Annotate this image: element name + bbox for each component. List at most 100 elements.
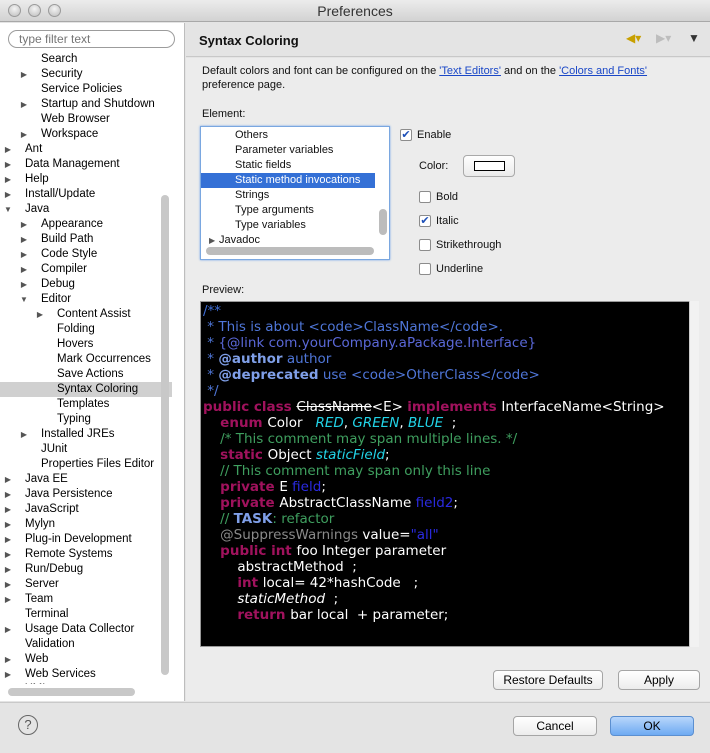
tree-item[interactable]: ▶ Workspace bbox=[0, 127, 172, 142]
tree-horizontal-scrollbar[interactable] bbox=[8, 688, 135, 696]
tree-item[interactable]: ▶ Run/Debug bbox=[0, 562, 172, 577]
enable-checkbox[interactable]: ✔ bbox=[400, 129, 412, 141]
expanded-arrow-icon[interactable]: ▼ bbox=[19, 292, 29, 307]
tree-item[interactable]: ▶ XML bbox=[0, 682, 172, 684]
collapsed-arrow-icon[interactable]: ▶ bbox=[19, 67, 29, 82]
tree-item[interactable]: ▶ Install/Update bbox=[0, 187, 172, 202]
collapsed-arrow-icon[interactable]: ▶ bbox=[19, 262, 29, 277]
tree-item[interactable]: ▶ Content Assist bbox=[0, 307, 172, 322]
tree-vertical-scrollbar[interactable] bbox=[161, 195, 169, 675]
collapsed-arrow-icon[interactable]: ▶ bbox=[3, 622, 13, 637]
tree-item[interactable]: Mark Occurrences bbox=[0, 352, 172, 367]
tree-item[interactable]: ▶ Installed JREs bbox=[0, 427, 172, 442]
collapsed-arrow-icon[interactable]: ▶ bbox=[3, 187, 13, 202]
expanded-arrow-icon[interactable]: ▼ bbox=[3, 202, 13, 217]
element-list-item[interactable]: Strings bbox=[201, 188, 375, 203]
back-arrow-icon[interactable]: ◀▾ bbox=[626, 31, 641, 45]
collapsed-arrow-icon[interactable]: ▶ bbox=[3, 157, 13, 172]
element-list-item[interactable]: Static fields bbox=[201, 158, 375, 173]
tree-item[interactable]: ▶ Plug-in Development bbox=[0, 532, 172, 547]
tree-item[interactable]: Syntax Coloring bbox=[0, 382, 172, 397]
collapsed-arrow-icon[interactable]: ▶ bbox=[3, 472, 13, 487]
preview-scrollbar[interactable] bbox=[689, 301, 699, 647]
collapsed-arrow-icon[interactable]: ▶ bbox=[209, 233, 215, 248]
underline-checkbox[interactable] bbox=[419, 263, 431, 275]
tree-item[interactable]: JUnit bbox=[0, 442, 172, 457]
tree-item[interactable]: ▶ Team bbox=[0, 592, 172, 607]
collapsed-arrow-icon[interactable]: ▶ bbox=[19, 277, 29, 292]
element-list-item[interactable]: Type variables bbox=[201, 218, 375, 233]
view-menu-icon[interactable]: ▼ bbox=[688, 31, 700, 45]
collapsed-arrow-icon[interactable]: ▶ bbox=[3, 502, 13, 517]
tree-item[interactable]: ▶ Java Persistence bbox=[0, 487, 172, 502]
tree-item[interactable]: Web Browser bbox=[0, 112, 172, 127]
collapsed-arrow-icon[interactable]: ▶ bbox=[19, 232, 29, 247]
color-picker-button[interactable] bbox=[463, 155, 515, 177]
tree-item[interactable]: ▶ Build Path bbox=[0, 232, 172, 247]
ok-button[interactable]: OK bbox=[610, 716, 694, 736]
tree-item[interactable]: ▶ Usage Data Collector bbox=[0, 622, 172, 637]
forward-arrow-icon[interactable]: ▶▾ bbox=[656, 31, 671, 45]
tree-item[interactable]: ▶ Appearance bbox=[0, 217, 172, 232]
element-list-item[interactable]: ▶ Javadoc bbox=[201, 233, 375, 248]
collapsed-arrow-icon[interactable]: ▶ bbox=[3, 652, 13, 667]
tree-item[interactable]: Save Actions bbox=[0, 367, 172, 382]
tree-item[interactable]: Typing bbox=[0, 412, 172, 427]
tree-item[interactable]: ▶ Remote Systems bbox=[0, 547, 172, 562]
tree-item[interactable]: ▶ Server bbox=[0, 577, 172, 592]
tree-item[interactable]: Terminal bbox=[0, 607, 172, 622]
tree-item[interactable]: ▶ JavaScript bbox=[0, 502, 172, 517]
collapsed-arrow-icon[interactable]: ▶ bbox=[19, 97, 29, 112]
tree-item[interactable]: ▶ Compiler bbox=[0, 262, 172, 277]
collapsed-arrow-icon[interactable]: ▶ bbox=[3, 517, 13, 532]
collapsed-arrow-icon[interactable]: ▶ bbox=[19, 217, 29, 232]
tree-item[interactable]: ▶ Help bbox=[0, 172, 172, 187]
tree-item[interactable]: Folding bbox=[0, 322, 172, 337]
collapsed-arrow-icon[interactable]: ▶ bbox=[3, 532, 13, 547]
bold-checkbox[interactable] bbox=[419, 191, 431, 203]
collapsed-arrow-icon[interactable]: ▶ bbox=[3, 562, 13, 577]
collapsed-arrow-icon[interactable]: ▶ bbox=[3, 172, 13, 187]
tree-item[interactable]: ▶ Data Management bbox=[0, 157, 172, 172]
tree-item[interactable]: ▶ Security bbox=[0, 67, 172, 82]
element-list-item[interactable]: Parameter variables bbox=[201, 143, 375, 158]
collapsed-arrow-icon[interactable]: ▶ bbox=[3, 682, 13, 684]
collapsed-arrow-icon[interactable]: ▶ bbox=[3, 667, 13, 682]
tree-item[interactable]: ▶ Mylyn bbox=[0, 517, 172, 532]
tree-item[interactable]: Templates bbox=[0, 397, 172, 412]
collapsed-arrow-icon[interactable]: ▶ bbox=[3, 592, 13, 607]
element-list-vertical-scrollbar[interactable] bbox=[379, 209, 387, 235]
tree-item[interactable]: ▼ Editor bbox=[0, 292, 172, 307]
tree-item[interactable]: Search bbox=[0, 52, 172, 67]
tree-item[interactable]: ▶ Web bbox=[0, 652, 172, 667]
element-list-horizontal-scrollbar[interactable] bbox=[206, 247, 374, 255]
tree-item[interactable]: Properties Files Editor bbox=[0, 457, 172, 472]
tree-item[interactable]: Hovers bbox=[0, 337, 172, 352]
element-list-item[interactable]: Others bbox=[201, 128, 375, 143]
collapsed-arrow-icon[interactable]: ▶ bbox=[3, 577, 13, 592]
cancel-button[interactable]: Cancel bbox=[513, 716, 597, 736]
help-icon[interactable]: ? bbox=[18, 715, 38, 735]
collapsed-arrow-icon[interactable]: ▶ bbox=[3, 547, 13, 562]
collapsed-arrow-icon[interactable]: ▶ bbox=[19, 247, 29, 262]
collapsed-arrow-icon[interactable]: ▶ bbox=[3, 487, 13, 502]
tree-item[interactable]: ▶ Debug bbox=[0, 277, 172, 292]
filter-input[interactable] bbox=[8, 30, 175, 48]
tree-item[interactable]: ▶ Java EE bbox=[0, 472, 172, 487]
tree-item[interactable]: ▶ Ant bbox=[0, 142, 172, 157]
tree-item[interactable]: ▶ Code Style bbox=[0, 247, 172, 262]
collapsed-arrow-icon[interactable]: ▶ bbox=[19, 427, 29, 442]
text-editors-link[interactable]: 'Text Editors' bbox=[439, 65, 501, 77]
tree-item[interactable]: ▼ Java bbox=[0, 202, 172, 217]
colors-and-fonts-link[interactable]: 'Colors and Fonts' bbox=[559, 65, 647, 77]
strikethrough-checkbox[interactable] bbox=[419, 239, 431, 251]
collapsed-arrow-icon[interactable]: ▶ bbox=[3, 142, 13, 157]
tree-item[interactable]: Validation bbox=[0, 637, 172, 652]
collapsed-arrow-icon[interactable]: ▶ bbox=[35, 307, 45, 322]
tree-item[interactable]: ▶ Startup and Shutdown bbox=[0, 97, 172, 112]
tree-item[interactable]: ▶ Web Services bbox=[0, 667, 172, 682]
tree-item[interactable]: Service Policies bbox=[0, 82, 172, 97]
element-list-item[interactable]: Static method invocations bbox=[201, 173, 375, 188]
restore-defaults-button[interactable]: Restore Defaults bbox=[493, 670, 603, 690]
collapsed-arrow-icon[interactable]: ▶ bbox=[19, 127, 29, 142]
